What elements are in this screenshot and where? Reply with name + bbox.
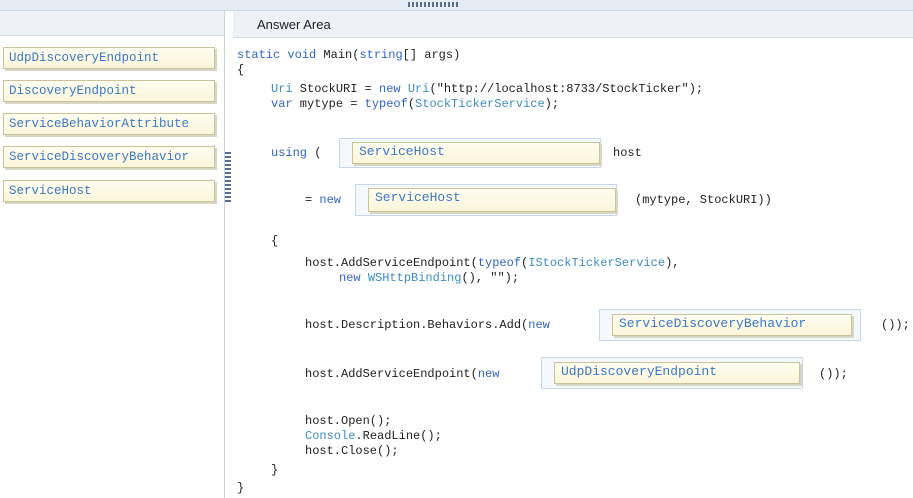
code-line-open-brace: { bbox=[237, 63, 245, 77]
drop-target-new-type[interactable]: ServiceHost bbox=[355, 184, 617, 216]
answer-area-title: Answer Area bbox=[257, 17, 331, 32]
answer-area: Answer Area static void Main(string[] ar… bbox=[233, 11, 913, 498]
code-line-binding: new WSHttpBinding(), ""); bbox=[339, 271, 520, 285]
code-var-host: host bbox=[613, 146, 642, 160]
code-endpoint-close: ()); bbox=[819, 367, 848, 381]
code-behaviors-close: ()); bbox=[881, 318, 910, 332]
code-line-add-endpoint: host.AddServiceEndpoint(typeof(IStockTic… bbox=[305, 256, 680, 270]
code-line-mytype: var mytype = typeof(StockTickerService); bbox=[271, 97, 560, 111]
source-panel-header bbox=[0, 11, 224, 36]
source-panel: UdpDiscoveryEndpoint DiscoveryEndpoint S… bbox=[0, 11, 225, 498]
top-toolbar bbox=[0, 0, 913, 11]
answer-area-header: Answer Area bbox=[233, 11, 913, 38]
code-line-inner-close-brace: } bbox=[271, 463, 279, 477]
splitter-grip-icon[interactable] bbox=[225, 152, 231, 204]
drop-target-endpoint[interactable]: UdpDiscoveryEndpoint bbox=[541, 357, 803, 389]
code-line-close: host.Close(); bbox=[305, 444, 399, 458]
resize-grip-icon[interactable] bbox=[408, 2, 458, 7]
source-item-service-discovery-behavior[interactable]: ServiceDiscoveryBehavior bbox=[3, 146, 215, 168]
code-line-behaviors-add: host.Description.Behaviors.Add(new bbox=[305, 318, 550, 332]
code-line-new: = new bbox=[305, 193, 342, 207]
placed-item-service-discovery-behavior[interactable]: ServiceDiscoveryBehavior bbox=[612, 314, 852, 336]
drop-target-using-type[interactable]: ServiceHost bbox=[339, 138, 601, 168]
code-line-inner-brace: { bbox=[271, 234, 279, 248]
code-line-open: host.Open(); bbox=[305, 414, 392, 428]
code-line-add-udp-endpoint: host.AddServiceEndpoint(new bbox=[305, 367, 500, 381]
placed-item-udp-discovery-endpoint[interactable]: UdpDiscoveryEndpoint bbox=[554, 362, 800, 384]
code-line-using: using ( bbox=[271, 146, 322, 160]
source-item-service-behavior-attribute[interactable]: ServiceBehaviorAttribute bbox=[3, 113, 215, 135]
code-line-outer-close-brace: } bbox=[237, 481, 245, 495]
code-line-readline: Console.ReadLine(); bbox=[305, 429, 442, 443]
source-item-udp-discovery-endpoint[interactable]: UdpDiscoveryEndpoint bbox=[3, 47, 215, 69]
source-item-service-host[interactable]: ServiceHost bbox=[3, 180, 215, 202]
placed-item-service-host[interactable]: ServiceHost bbox=[352, 142, 600, 164]
code-ctor-args: (mytype, StockURI)) bbox=[635, 193, 772, 207]
drop-target-behavior[interactable]: ServiceDiscoveryBehavior bbox=[599, 309, 861, 341]
code-line-signature: static void Main(string[] args) bbox=[237, 48, 461, 62]
source-item-discovery-endpoint[interactable]: DiscoveryEndpoint bbox=[3, 80, 215, 102]
code-line-uri: Uri StockURI = new Uri("http://localhost… bbox=[271, 82, 704, 96]
placed-item-service-host-2[interactable]: ServiceHost bbox=[368, 188, 616, 212]
